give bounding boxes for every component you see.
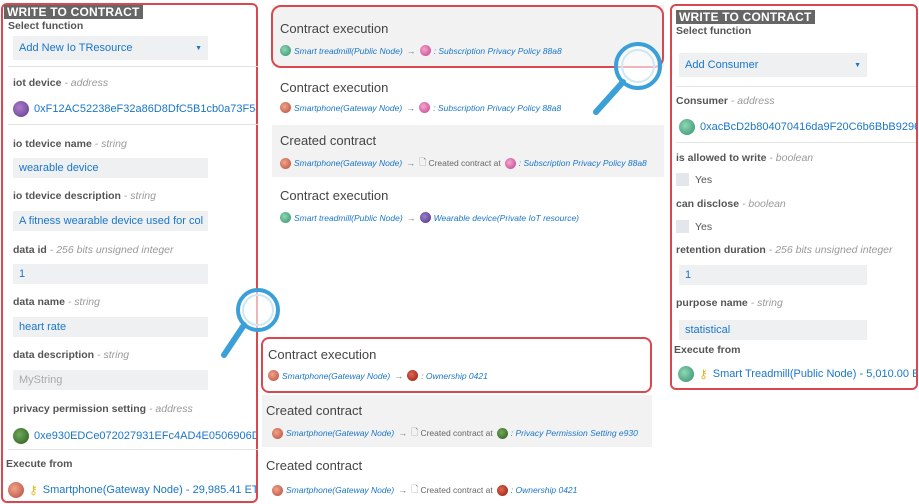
document-icon: 🗋: [411, 484, 419, 494]
is-allowed-yes-label: Yes: [695, 173, 713, 186]
document-icon: 🗋: [411, 427, 419, 437]
can-disclose-yes-label: Yes: [695, 220, 713, 233]
activity-card[interactable]: Created contract Smartphone(Gateway Node…: [262, 395, 652, 447]
key-icon: ⚷: [699, 367, 708, 381]
right-execute-from-label: Execute from: [674, 344, 741, 356]
activity-card-title: Created contract: [266, 403, 363, 418]
select-function-label: Select function: [8, 20, 84, 32]
retention-duration-input[interactable]: 1: [679, 265, 867, 285]
is-allowed-label: is allowed to write - boolean: [676, 152, 814, 164]
avatar: [280, 212, 291, 223]
avatar: [496, 427, 508, 439]
right-function-select-value: Add Consumer: [685, 59, 759, 71]
activity-card[interactable]: Created contract Smartphone(Gateway Node…: [262, 450, 652, 502]
data-name-input[interactable]: heart rate: [13, 317, 208, 337]
function-select[interactable]: Add New Io TResource ▼: [13, 36, 208, 60]
data-id-label: data id - 256 bits unsigned integer: [13, 244, 174, 256]
arrow-right-icon: →: [406, 102, 416, 113]
activity-card-detail: Smartphone(Gateway Node) → : Subscriptio…: [280, 102, 561, 113]
right-panel-header: WRITE TO CONTRACT: [676, 10, 815, 24]
activity-card[interactable]: Contract execution Smart treadmill(Publi…: [272, 180, 664, 232]
avatar: [8, 482, 24, 498]
arrow-right-icon: →: [398, 428, 408, 438]
purpose-name-input[interactable]: statistical: [679, 320, 867, 340]
can-disclose-label: can disclose - boolean: [676, 198, 786, 210]
activity-card-title: Created contract: [280, 133, 377, 148]
data-id-input[interactable]: 1: [13, 264, 208, 284]
avatar: [13, 101, 29, 117]
data-description-label: data description - string: [13, 349, 130, 361]
iot-device-label: iot device - address: [13, 77, 109, 89]
avatar: [504, 157, 516, 169]
avatar: [496, 484, 508, 496]
magnifier-icon: [593, 42, 662, 115]
avatar: [419, 102, 431, 113]
privacy-permission-address[interactable]: 0xe930EDCe072027931EFc4AD4E0506906D: [13, 428, 256, 444]
retention-duration-label: retention duration - 256 bits unsigned i…: [676, 244, 893, 256]
avatar: [272, 484, 283, 496]
avatar: [679, 119, 695, 135]
data-name-label: data name - string: [13, 296, 100, 308]
avatar: [419, 212, 431, 223]
right-execute-from-account[interactable]: ⚷ Smart Treadmill(Public Node) - 5,010.0…: [678, 366, 916, 382]
execute-from-account[interactable]: ⚷ Smartphone(Gateway Node) - 29,985.41 E…: [8, 482, 256, 498]
checkbox[interactable]: [676, 173, 689, 186]
privacy-permission-label: privacy permission setting - address: [13, 403, 193, 415]
arrow-right-icon: →: [406, 158, 416, 168]
key-icon: ⚷: [29, 483, 38, 497]
left-panel-header: WRITE TO CONTRACT: [4, 5, 143, 19]
activity-card-title: Contract execution: [280, 80, 389, 95]
activity-card-detail: Smart treadmill(Public Node) → Wearable …: [280, 212, 579, 223]
arrow-right-icon: →: [398, 485, 408, 495]
right-function-select[interactable]: Add Consumer ▼: [679, 53, 867, 77]
consumer-address[interactable]: 0xacBcD2b804070416da9F20C6b6BbB92968: [679, 119, 917, 135]
can-disclose-checkbox[interactable]: Yes: [676, 220, 712, 233]
is-allowed-checkbox[interactable]: Yes: [676, 173, 712, 186]
checkbox[interactable]: [676, 220, 689, 233]
avatar: [13, 428, 29, 444]
iotdevice-name-label: io tdevice name - string: [13, 138, 127, 150]
data-description-input[interactable]: MyString: [13, 370, 208, 390]
iotdevice-name-input[interactable]: wearable device: [13, 158, 208, 178]
chevron-down-icon: ▼: [854, 61, 861, 69]
purpose-name-label: purpose name - string: [676, 297, 783, 309]
activity-card-detail: Smartphone(Gateway Node) → 🗋 Created con…: [280, 155, 647, 171]
avatar: [280, 102, 291, 113]
arrow-right-icon: →: [406, 212, 416, 223]
iotdevice-description-label: io tdevice description - string: [13, 190, 156, 202]
avatar: [678, 366, 694, 382]
activity-highlight-bottom: [261, 337, 652, 393]
avatar: [272, 427, 283, 439]
activity-card-detail: Smartphone(Gateway Node) → 🗋 Created con…: [272, 482, 577, 498]
iot-device-address[interactable]: 0xF12AC52238eF32a86D8DfC5B1cb0a73F54: [13, 101, 256, 117]
document-icon: 🗋: [419, 157, 427, 167]
chevron-down-icon: ▼: [195, 44, 202, 52]
right-select-function-label: Select function: [676, 25, 752, 37]
avatar: [280, 157, 291, 169]
activity-card-title: Contract execution: [280, 188, 389, 203]
activity-card[interactable]: Created contract Smartphone(Gateway Node…: [272, 125, 664, 177]
activity-card-title: Created contract: [266, 458, 363, 473]
consumer-label: Consumer - address: [676, 95, 775, 107]
function-select-value: Add New Io TResource: [19, 42, 133, 54]
iotdevice-description-input[interactable]: A fitness wearable device used for col: [13, 211, 208, 231]
execute-from-label: Execute from: [6, 458, 73, 470]
activity-card-detail: Smartphone(Gateway Node) → 🗋 Created con…: [272, 425, 638, 441]
